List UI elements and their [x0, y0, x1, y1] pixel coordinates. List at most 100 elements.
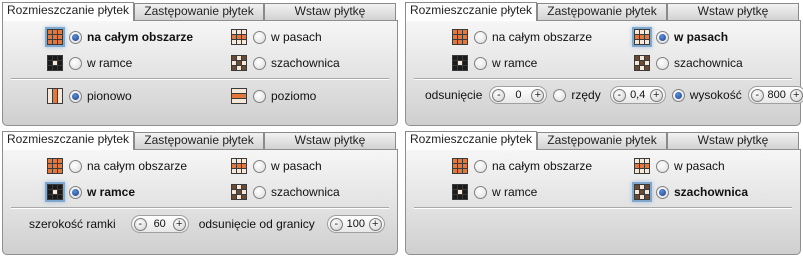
spin-minus-icon[interactable]: - [492, 88, 506, 102]
tab-replacement[interactable]: Zastępowanie płytek [134, 3, 264, 20]
option-stripes[interactable]: w pasach [634, 157, 725, 175]
radio-stripes[interactable] [253, 159, 266, 173]
tab-insert[interactable]: Wstaw płytkę [667, 132, 799, 149]
radio-stripes[interactable] [656, 159, 669, 173]
tab-insert[interactable]: Wstaw płytkę [667, 3, 799, 20]
radio-whole-area[interactable] [474, 159, 487, 173]
option-checkerboard-label: szachownica [674, 56, 743, 70]
tab-insert[interactable]: Wstaw płytkę [264, 132, 396, 149]
spin-plus-icon[interactable]: + [368, 217, 382, 231]
radio-whole-area[interactable] [69, 159, 82, 173]
separator [11, 207, 389, 209]
rows-stepper[interactable]: - 0,4 + [609, 86, 666, 104]
border-offset-value[interactable]: 100 [343, 218, 369, 230]
rows-value[interactable]: 0,4 [626, 89, 650, 101]
height-stepper[interactable]: - 800 + [747, 86, 803, 104]
border-offset-stepper[interactable]: - 100 + [326, 215, 385, 233]
option-frame-label: w ramce [492, 185, 538, 199]
spin-minus-icon[interactable]: - [329, 217, 343, 231]
tile-vertical-icon [47, 88, 63, 104]
offset-stepper[interactable]: - 0 + [489, 86, 548, 104]
tile-stripes-icon [231, 158, 247, 174]
radio-checkerboard[interactable] [253, 56, 266, 70]
option-frame[interactable]: w ramce [47, 54, 132, 72]
tile-checker-icon [231, 55, 247, 71]
panel-frame: Rozmieszczanie płytek Zastępowanie płyte… [2, 131, 398, 255]
radio-rows[interactable] [553, 88, 567, 102]
spin-minus-icon[interactable]: - [750, 88, 764, 102]
radio-horizontal[interactable] [253, 89, 266, 103]
tile-full-icon [452, 158, 468, 174]
tab-bar: Rozmieszczanie płytek Zastępowanie płyte… [405, 2, 801, 21]
option-horizontal-label: poziomo [271, 89, 317, 103]
radio-checkerboard[interactable] [656, 185, 669, 199]
option-vertical-label: pionowo [87, 89, 132, 103]
tab-replacement[interactable]: Zastępowanie płytek [537, 3, 667, 20]
tab-bar: Rozmieszczanie płytek Zastępowanie płyte… [405, 131, 801, 150]
option-frame[interactable]: w ramce [452, 183, 537, 201]
tab-replacement[interactable]: Zastępowanie płytek [134, 132, 264, 149]
spin-plus-icon[interactable]: + [789, 88, 803, 102]
tab-placement[interactable]: Rozmieszczanie płytek [405, 2, 537, 21]
frame-width-stepper[interactable]: - 60 + [130, 215, 189, 233]
radio-stripes[interactable] [253, 30, 266, 44]
radio-checkerboard[interactable] [253, 185, 266, 199]
tile-frame-icon [452, 184, 468, 200]
option-stripes[interactable]: w pasach [231, 28, 322, 46]
panel-whole-area: Rozmieszczanie płytek Zastępowanie płyte… [2, 2, 398, 126]
separator [11, 78, 389, 80]
radio-height[interactable] [671, 88, 685, 102]
tab-placement[interactable]: Rozmieszczanie płytek [405, 131, 537, 150]
radio-whole-area[interactable] [69, 30, 82, 44]
option-stripes[interactable]: w pasach [231, 157, 322, 175]
radio-checkerboard[interactable] [656, 56, 669, 70]
tab-bar: Rozmieszczanie płytek Zastępowanie płyte… [2, 131, 398, 150]
radio-frame[interactable] [474, 185, 487, 199]
spin-plus-icon[interactable]: + [531, 88, 545, 102]
spin-minus-icon[interactable]: - [612, 88, 626, 102]
option-frame-label: w ramce [87, 56, 133, 70]
option-whole-area-label: na całym obszarze [87, 30, 194, 44]
tab-replacement[interactable]: Zastępowanie płytek [537, 132, 667, 149]
height-value[interactable]: 800 [764, 89, 790, 101]
option-stripes[interactable]: w pasach [632, 27, 728, 47]
option-whole-area[interactable]: na całym obszarze [45, 27, 194, 47]
option-frame[interactable]: w ramce [452, 54, 537, 72]
offset-value[interactable]: 0 [505, 89, 531, 101]
radio-whole-area[interactable] [474, 30, 487, 44]
tile-stripes-icon [634, 158, 650, 174]
option-whole-area[interactable]: na całym obszarze [47, 157, 187, 175]
option-whole-area-label: na całym obszarze [492, 30, 593, 44]
option-horizontal[interactable]: poziomo [231, 87, 316, 105]
option-frame[interactable]: w ramce [45, 182, 135, 202]
tile-frame-icon [45, 182, 65, 202]
option-frame-label: w ramce [492, 56, 538, 70]
radio-frame[interactable] [69, 185, 82, 199]
option-checkerboard-label: szachownica [271, 56, 340, 70]
tile-frame-icon [47, 55, 63, 71]
spin-plus-icon[interactable]: + [172, 217, 186, 231]
tile-stripes-icon [231, 29, 247, 45]
spin-minus-icon[interactable]: - [133, 217, 147, 231]
tab-placement[interactable]: Rozmieszczanie płytek [2, 2, 134, 21]
option-whole-area[interactable]: na całym obszarze [452, 157, 592, 175]
option-vertical[interactable]: pionowo [47, 87, 132, 105]
option-checkerboard[interactable]: szachownica [231, 54, 340, 72]
radio-vertical[interactable] [69, 89, 82, 103]
option-checkerboard-label: szachownica [674, 185, 749, 199]
spin-plus-icon[interactable]: + [649, 88, 663, 102]
tab-insert[interactable]: Wstaw płytkę [264, 3, 396, 20]
panel-stripes: Rozmieszczanie płytek Zastępowanie płyte… [405, 2, 803, 126]
option-checkerboard[interactable]: szachownica [632, 182, 749, 202]
radio-frame[interactable] [69, 56, 82, 70]
radio-frame[interactable] [474, 56, 487, 70]
option-checkerboard[interactable]: szachownica [231, 183, 340, 201]
tab-placement[interactable]: Rozmieszczanie płytek [2, 131, 134, 150]
tile-horizontal-icon [231, 88, 247, 104]
tile-full-icon [45, 27, 65, 47]
radio-stripes[interactable] [656, 30, 669, 44]
option-checkerboard[interactable]: szachownica [634, 54, 743, 72]
frame-width-value[interactable]: 60 [147, 218, 173, 230]
option-whole-area[interactable]: na całym obszarze [452, 28, 592, 46]
height-label: wysokość [689, 88, 742, 102]
